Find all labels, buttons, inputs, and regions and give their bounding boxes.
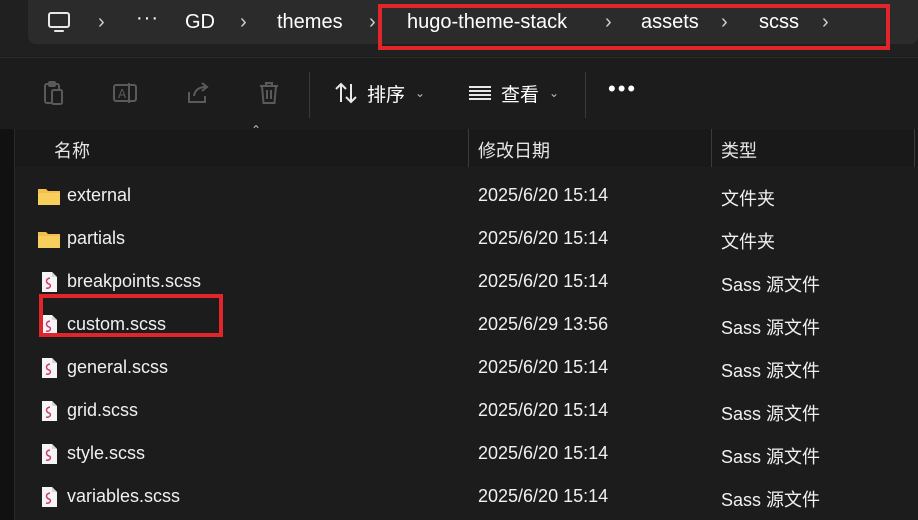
file-name[interactable]: breakpoints.scss	[67, 271, 201, 292]
file-name[interactable]: grid.scss	[67, 400, 138, 421]
chevron-right-icon[interactable]: ›	[369, 11, 376, 33]
file-name[interactable]: external	[67, 185, 131, 206]
left-edge	[0, 129, 15, 520]
list-item[interactable]: custom.scss 2025/6/29 13:56 Sass 源文件	[15, 294, 918, 347]
file-modified: 2025/6/20 15:14	[478, 357, 609, 377]
more-breadcrumbs-icon[interactable]: ···	[136, 7, 159, 30]
sass-file-icon	[42, 487, 57, 507]
svg-text:A: A	[118, 87, 127, 101]
list-item[interactable]: external 2025/6/20 15:14 文件夹	[15, 175, 918, 218]
file-type: Sass 源文件	[721, 361, 821, 381]
file-name[interactable]: partials	[67, 228, 125, 249]
folder-icon	[38, 189, 60, 205]
chevron-down-icon: ⌄	[549, 86, 560, 100]
highlight-box-custom-scss	[39, 294, 223, 337]
address-bar-area: › ··· › GD themes › hugo-theme-stack › a…	[0, 0, 918, 56]
file-type: Sass 源文件	[721, 404, 821, 424]
file-type: Sass 源文件	[721, 447, 821, 467]
view-label: 查看	[501, 84, 540, 106]
column-modified-header[interactable]: 修改日期	[478, 137, 550, 163]
command-toolbar: A 排序 ⌄ 查看 ⌄ •••	[0, 57, 918, 130]
column-divider[interactable]	[914, 129, 915, 167]
file-modified: 2025/6/20 15:14	[478, 185, 609, 205]
highlight-box-path	[378, 4, 890, 50]
chevron-right-icon[interactable]: ›	[98, 11, 105, 33]
view-list-icon	[469, 86, 491, 100]
sass-file-icon	[42, 272, 57, 292]
list-item[interactable]: grid.scss 2025/6/20 15:14 Sass 源文件	[15, 390, 918, 433]
file-modified: 2025/6/20 15:14	[478, 486, 609, 506]
column-header: ⌃ 名称 修改日期 类型	[0, 123, 918, 167]
list-item[interactable]: style.scss 2025/6/20 15:14 Sass 源文件	[15, 433, 918, 476]
sort-button[interactable]: 排序 ⌄	[333, 78, 425, 108]
breadcrumb-gd[interactable]: GD	[185, 9, 215, 35]
delete-icon[interactable]	[256, 80, 282, 106]
file-modified: 2025/6/29 13:56	[478, 314, 609, 334]
toolbar-divider	[309, 72, 310, 118]
breadcrumb-themes[interactable]: themes	[277, 9, 343, 35]
file-type: Sass 源文件	[721, 490, 821, 510]
list-item[interactable]: partials 2025/6/20 15:14 文件夹	[15, 218, 918, 261]
column-divider[interactable]	[468, 129, 469, 167]
list-item[interactable]: general.scss 2025/6/20 15:14 Sass 源文件	[15, 347, 918, 390]
toolbar-divider	[585, 72, 586, 118]
sort-label: 排序	[367, 84, 406, 106]
sass-file-icon	[42, 401, 57, 421]
file-modified: 2025/6/20 15:14	[478, 400, 609, 420]
column-divider[interactable]	[711, 129, 712, 167]
file-type: Sass 源文件	[721, 275, 821, 295]
list-item[interactable]: variables.scss 2025/6/20 15:14 Sass 源文件	[15, 476, 918, 519]
column-type-header[interactable]: 类型	[721, 137, 757, 163]
file-modified: 2025/6/20 15:14	[478, 271, 609, 291]
file-list: external 2025/6/20 15:14 文件夹 partials 20…	[15, 175, 918, 519]
file-name[interactable]: style.scss	[67, 443, 145, 464]
computer-icon[interactable]	[46, 9, 72, 35]
share-icon[interactable]	[185, 80, 211, 106]
paste-icon[interactable]	[40, 80, 66, 106]
file-type: Sass 源文件	[721, 318, 821, 338]
column-name-header[interactable]: 名称	[54, 137, 90, 163]
sass-file-icon	[42, 358, 57, 378]
file-type: 文件夹	[721, 189, 775, 209]
sort-icon	[335, 82, 357, 104]
rename-icon[interactable]: A	[112, 80, 138, 106]
more-options-icon[interactable]: •••	[608, 74, 637, 104]
file-type: 文件夹	[721, 232, 775, 252]
file-modified: 2025/6/20 15:14	[478, 228, 609, 248]
chevron-down-icon: ⌄	[415, 86, 426, 100]
sort-ascending-icon: ⌃	[251, 123, 262, 137]
file-modified: 2025/6/20 15:14	[478, 443, 609, 463]
file-name[interactable]: general.scss	[67, 357, 168, 378]
folder-icon	[38, 232, 60, 248]
chevron-right-icon[interactable]: ›	[240, 11, 247, 33]
sass-file-icon	[42, 444, 57, 464]
view-button[interactable]: 查看 ⌄	[467, 78, 559, 108]
file-name[interactable]: variables.scss	[67, 486, 180, 507]
